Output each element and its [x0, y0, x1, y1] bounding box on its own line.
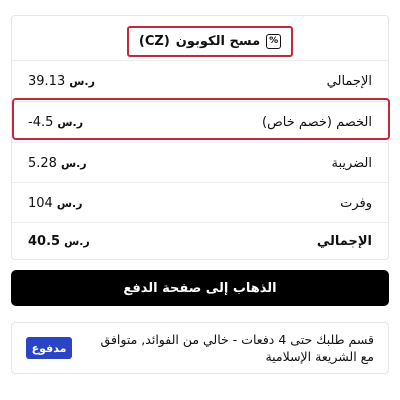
order-summary-card: % مسح الكوبون (CZ) الإجمالي 39.13 ر.س ال…: [11, 15, 389, 260]
riyal-currency-icon: ر.س: [60, 156, 87, 170]
total-row: الإجمالي 40.5 ر.س: [12, 221, 388, 261]
total-label: الإجمالي: [316, 233, 372, 249]
coupon-code: (CZ): [138, 34, 170, 49]
savings-label: وفرت: [340, 195, 372, 211]
discount-value: -4.5: [28, 114, 54, 130]
tax-value-group: 5.28 ر.س: [28, 156, 87, 171]
clear-coupon-button[interactable]: % مسح الكوبون (CZ): [127, 26, 293, 57]
subtotal-row: الإجمالي 39.13 ر.س: [12, 61, 388, 101]
tax-label: الضريبة: [331, 155, 372, 171]
riyal-currency-icon: ر.س: [64, 234, 90, 248]
go-to-checkout-button[interactable]: الذهاب إلى صفحة الدفع: [11, 270, 389, 306]
riyal-currency-icon: ر.س: [69, 74, 95, 88]
riyal-currency-icon: ر.س: [57, 115, 84, 129]
cart-summary-panel: % مسح الكوبون (CZ) الإجمالي 39.13 ر.س ال…: [0, 0, 400, 400]
installments-banner: قسم طلبك حتى 4 دفعات - خالي من الفوائد, …: [11, 322, 389, 374]
savings-value: 104: [28, 195, 53, 211]
riyal-currency-icon: ر.س: [56, 196, 83, 210]
subtotal-label: الإجمالي: [326, 73, 372, 89]
clear-coupon-label: مسح الكوبون: [175, 34, 261, 49]
discount-row: الخصم (خصم خاص) -4.5 ر.س: [12, 102, 388, 142]
installments-text: قسم طلبك حتى 4 دفعات - خالي من الفوائد, …: [100, 332, 374, 364]
savings-row: وفرت 104 ر.س: [12, 183, 388, 223]
discount-value-group: -4.5 ر.س: [28, 114, 84, 130]
savings-value-group: 104 ر.س: [28, 196, 83, 211]
madfu-logo: مدفوع: [26, 337, 72, 359]
total-value-group: 40.5 ر.س: [28, 234, 90, 249]
tax-row: الضريبة 5.28 ر.س: [12, 143, 388, 183]
total-value: 40.5: [28, 233, 61, 249]
percent-icon: %: [266, 34, 282, 49]
discount-label: الخصم (خصم خاص): [262, 114, 372, 130]
subtotal-value: 39.13: [28, 73, 66, 89]
subtotal-value-group: 39.13 ر.س: [28, 74, 95, 89]
tax-value: 5.28: [28, 155, 57, 171]
